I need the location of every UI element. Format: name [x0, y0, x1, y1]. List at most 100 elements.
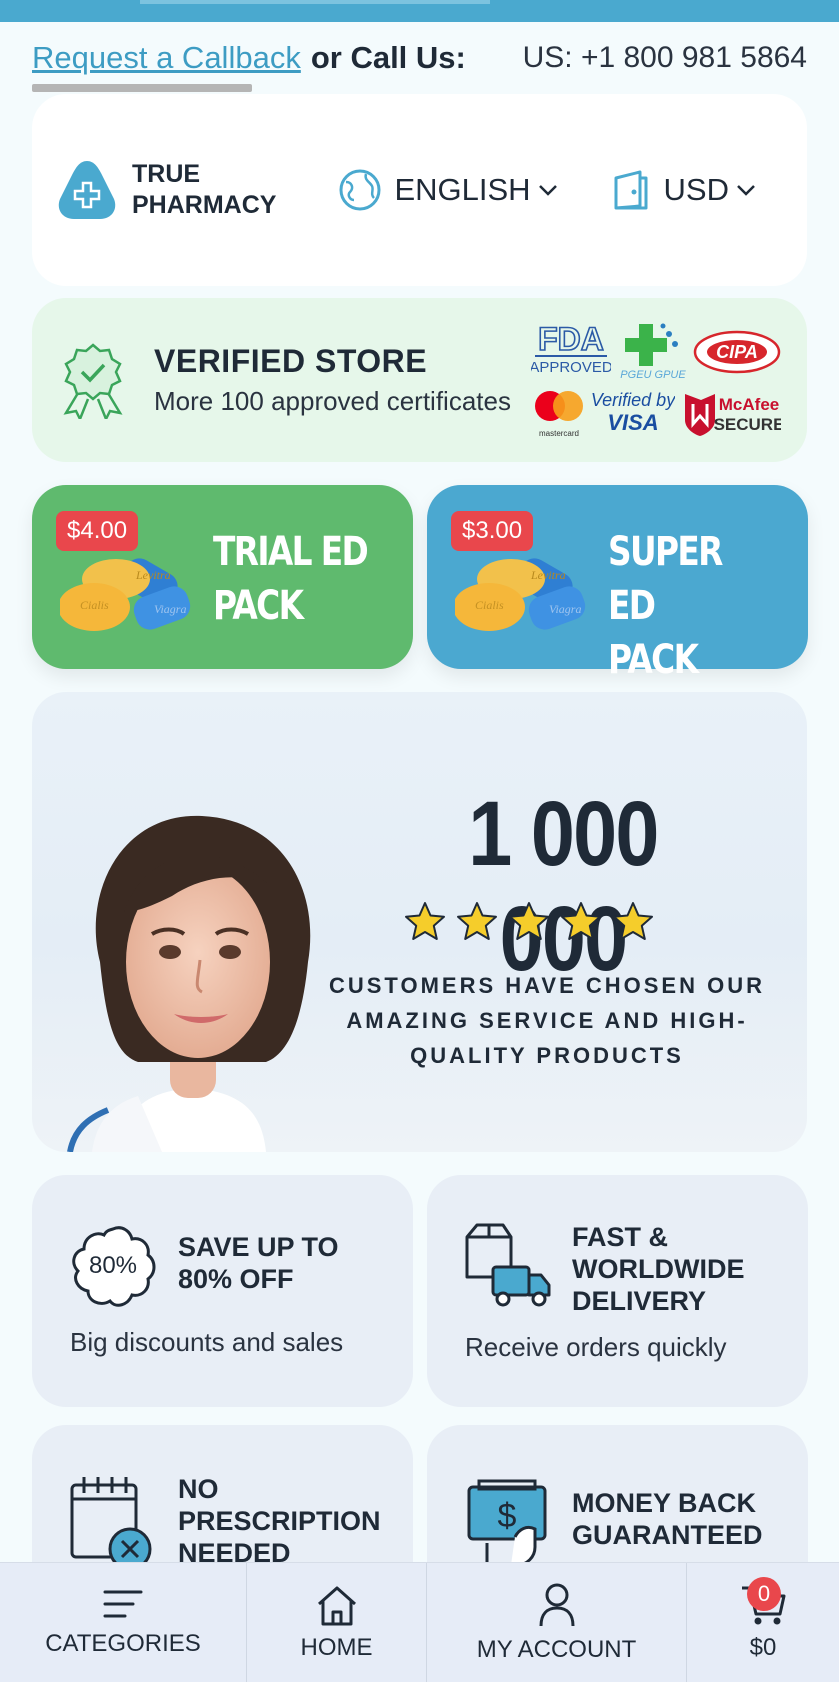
chevron-down-icon: [737, 185, 755, 196]
chevron-down-icon: [538, 185, 557, 196]
nav-account-label: MY ACCOUNT: [476, 1635, 637, 1663]
language-label: ENGLISH: [394, 172, 531, 207]
currency-label: USD: [663, 172, 729, 207]
header-card: TRUE PHARMACY ENGLISH USD: [32, 94, 807, 286]
no-prescription-calendar-icon: [70, 1477, 152, 1569]
svg-text:Viagra: Viagra: [549, 602, 581, 616]
logo[interactable]: TRUE PHARMACY: [54, 157, 276, 223]
svg-text:$: $: [498, 1497, 517, 1535]
verified-by-visa-badge: Verified by VISA: [591, 390, 675, 435]
currency-selector[interactable]: USD: [610, 168, 757, 212]
mcafee-secure-badge: McAfee SECURE: [685, 394, 781, 436]
fda-approved-badge: FDA APPROVED: [531, 320, 611, 376]
svg-text:VISA: VISA: [607, 410, 658, 435]
pills-icon: Levitra Cialis Viagra: [60, 558, 191, 631]
star-icon: [561, 902, 601, 940]
svg-text:Cialis: Cialis: [80, 598, 109, 612]
svg-text:Levitra: Levitra: [135, 568, 171, 582]
svg-text:PGEU GPUE: PGEU GPUE: [620, 369, 686, 380]
language-selector[interactable]: ENGLISH: [338, 168, 570, 212]
cart-total: $0: [749, 1633, 777, 1661]
feature-subtitle: Receive orders quickly: [465, 1332, 727, 1362]
customers-hero-banner: 1 000 000 CUSTOMERS HAVE CHOSEN OUR AMAZ…: [32, 692, 807, 1152]
hero-caption-line-3: QUALITY PRODUCTS: [410, 1043, 684, 1068]
nav-categories-label: CATEGORIES: [45, 1629, 201, 1657]
cart-count-badge: 0: [747, 1577, 781, 1611]
pack-title: TRIAL ED PACK: [213, 525, 369, 633]
feature-title-line-2: GUARANTEED: [572, 1520, 763, 1550]
cipa-badge: CIPA: [693, 330, 781, 374]
pack-title-line-1: SUPER ED: [608, 529, 723, 629]
wallet-icon: [614, 170, 648, 210]
customers-count: 1 000 000: [468, 783, 659, 990]
feature-save-card: 80% SAVE UP TO 80% OFF Big discounts and…: [32, 1175, 413, 1407]
star-icon: [457, 902, 497, 940]
bottom-navigation: CATEGORIES HOME MY ACCOUNT $0 0: [0, 1562, 839, 1682]
verified-subtitle: More 100 approved certificates: [154, 386, 511, 416]
super-ed-pack-card[interactable]: Levitra Cialis Viagra $3.00 SUPER ED PAC…: [427, 485, 808, 683]
nav-home-label: HOME: [300, 1633, 373, 1661]
home-icon: [317, 1586, 356, 1625]
top-accent-strip: [140, 0, 490, 4]
svg-text:SECURE: SECURE: [714, 415, 781, 434]
feature-title: NO PRESCRIPTION NEEDED: [178, 1473, 381, 1569]
pgeu-badge: PGEU GPUE: [620, 323, 686, 380]
pack-title-line-2: PACK: [608, 637, 699, 683]
request-callback-link[interactable]: Request a Callback: [32, 40, 301, 76]
feature-delivery-card: FAST & WORLDWIDE DELIVERY Receive orders…: [427, 1175, 808, 1407]
doctor-portrait: [67, 815, 311, 1152]
logo-line-2: PHARMACY: [132, 191, 277, 219]
call-us-label: or Call Us:: [310, 40, 466, 75]
feature-subtitle: Big discounts and sales: [70, 1327, 344, 1357]
pack-title-line-1: TRIAL ED: [213, 529, 369, 575]
feature-title: SAVE UP TO 80% OFF: [178, 1231, 339, 1295]
svg-text:McAfee: McAfee: [719, 395, 779, 414]
mastercard-badge: mastercard: [535, 391, 583, 438]
nav-cart[interactable]: $0 0: [687, 1563, 839, 1682]
logo-line-1: TRUE: [132, 160, 201, 188]
feature-title-line-2: 80% OFF: [178, 1264, 294, 1294]
feature-title: MONEY BACK GUARANTEED: [572, 1487, 763, 1551]
pack-title-line-2: PACK: [213, 583, 304, 629]
top-accent-bar: [0, 0, 839, 22]
menu-lines-icon: [103, 1590, 143, 1617]
svg-text:APPROVED: APPROVED: [531, 359, 611, 376]
phone-number[interactable]: US: +1 800 981 5864: [523, 41, 807, 75]
rating-stars: [404, 900, 654, 942]
svg-text:Viagra: Viagra: [154, 602, 186, 616]
pack-price-badge: $3.00: [451, 511, 534, 551]
discount-cloud-icon: 80%: [72, 1226, 156, 1307]
nav-my-account[interactable]: MY ACCOUNT: [427, 1563, 687, 1682]
user-icon: [539, 1583, 574, 1626]
pack-title: SUPER ED PACK: [608, 525, 772, 687]
svg-text:CIPA: CIPA: [716, 342, 758, 362]
feature-title-line-3: DELIVERY: [572, 1286, 707, 1316]
feature-title-line-1: MONEY BACK: [572, 1488, 757, 1518]
money-back-hand-icon: $: [467, 1479, 547, 1567]
feature-title-line-1: NO: [178, 1474, 219, 1504]
pharmacy-cross-icon: [58, 161, 116, 219]
feature-title-line-1: FAST &: [572, 1222, 669, 1252]
feature-title: FAST & WORLDWIDE DELIVERY: [572, 1221, 744, 1317]
hero-caption-line-2: AMAZING SERVICE AND HIGH-: [346, 1008, 748, 1033]
delivery-truck-icon: [465, 1223, 551, 1307]
svg-text:Cialis: Cialis: [475, 598, 504, 612]
svg-text:80%: 80%: [89, 1252, 137, 1279]
svg-text:Verified by: Verified by: [591, 390, 675, 410]
verified-title: VERIFIED STORE: [154, 343, 428, 379]
hero-caption: CUSTOMERS HAVE CHOSEN OUR AMAZING SERVIC…: [312, 968, 782, 1073]
certificate-rosette-icon: [63, 343, 123, 419]
svg-text:mastercard: mastercard: [539, 429, 579, 438]
star-icon: [405, 902, 445, 940]
nav-home[interactable]: HOME: [247, 1563, 427, 1682]
scroll-indicator: [32, 84, 252, 92]
feature-title-line-2: WORLDWIDE: [572, 1254, 745, 1284]
pills-icon: Levitra Cialis Viagra: [455, 558, 586, 631]
trial-ed-pack-card[interactable]: Levitra Cialis Viagra $4.00 TRIAL ED PAC…: [32, 485, 413, 669]
svg-text:FDA: FDA: [538, 321, 604, 357]
star-icon: [509, 902, 549, 940]
svg-text:Levitra: Levitra: [530, 568, 566, 582]
hero-caption-line-1: CUSTOMERS HAVE CHOSEN OUR: [328, 973, 765, 998]
nav-categories[interactable]: CATEGORIES: [0, 1563, 247, 1682]
verified-store-card: VERIFIED STORE More 100 approved certifi…: [32, 298, 807, 462]
